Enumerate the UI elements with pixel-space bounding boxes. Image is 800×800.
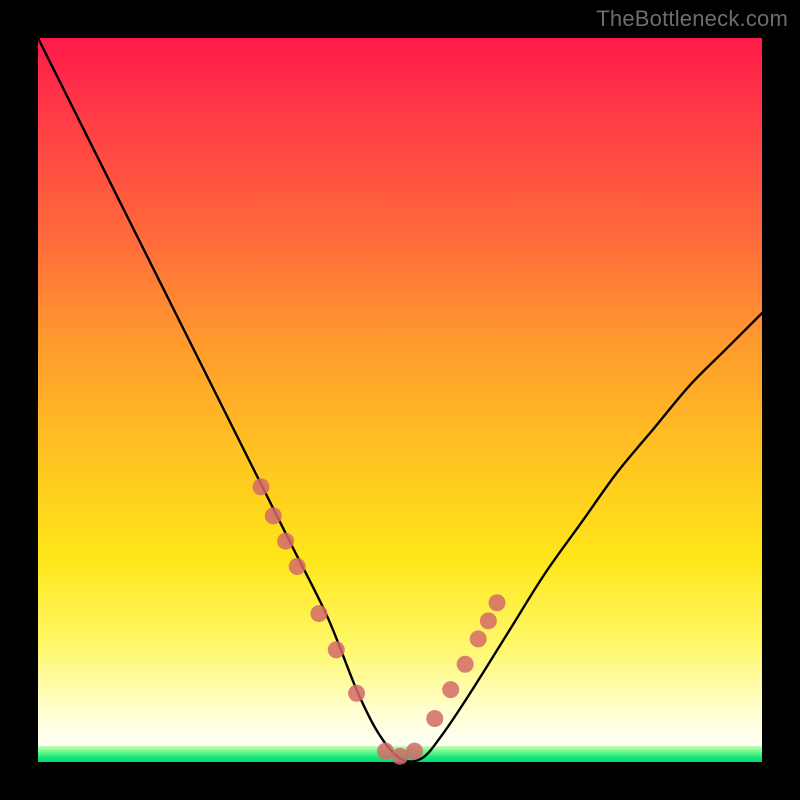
plot-area [38,38,762,762]
marker-dot [489,594,506,611]
outer-frame: TheBottleneck.com [0,0,800,800]
marker-dot [348,685,365,702]
marker-dot [406,743,423,760]
marker-dot [426,710,443,727]
marker-dot [310,605,327,622]
marker-dot [252,478,269,495]
marker-dot [480,612,497,629]
marker-dot [277,533,294,550]
marker-dot [442,681,459,698]
marker-dot [289,558,306,575]
marker-group [252,478,505,764]
marker-dot [265,507,282,524]
marker-dot [470,630,487,647]
marker-dot [457,656,474,673]
bottleneck-curve-line [38,38,762,762]
marker-dot [392,748,409,765]
marker-dot [377,743,394,760]
watermark-text: TheBottleneck.com [596,6,788,32]
marker-dot [328,641,345,658]
chart-svg [38,38,762,762]
